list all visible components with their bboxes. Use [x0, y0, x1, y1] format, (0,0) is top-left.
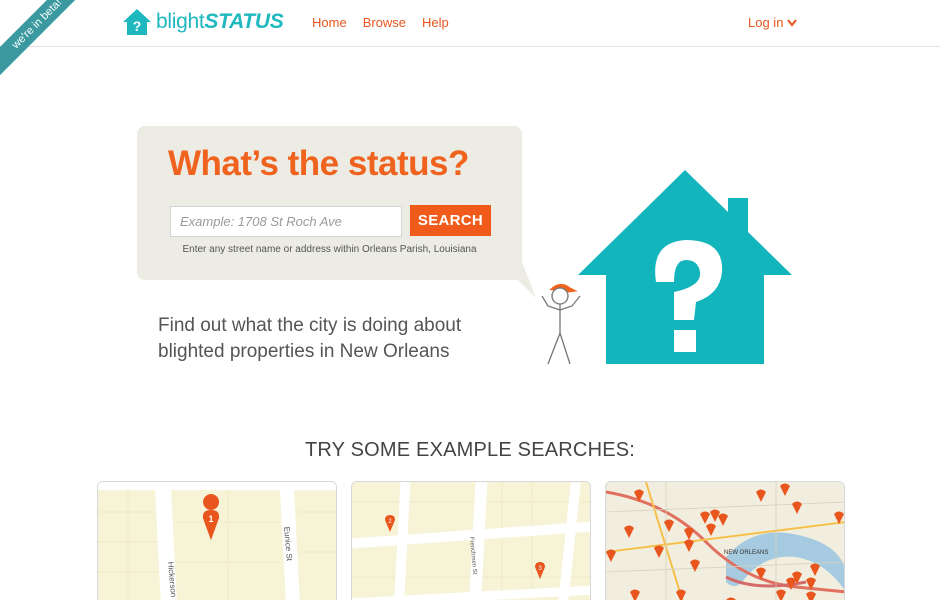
nav-help[interactable]: Help [422, 15, 449, 30]
beta-ribbon: we're in beta! [0, 0, 91, 78]
search-hint: Enter any street name or address within … [182, 244, 477, 255]
house-question-illustration [578, 170, 792, 364]
hero-title: What’s the status? [168, 144, 469, 183]
login-menu[interactable]: Log in [748, 15, 798, 30]
pin-number-1: 1 [208, 514, 213, 524]
tagline: Find out what the city is doing about bl… [158, 313, 461, 365]
logo-text: blightSTATUS [156, 10, 284, 34]
top-header: we're in beta! ? blightSTATUS Home Brows… [0, 0, 940, 78]
example-map-2: Frenchmen St 2 3 [352, 482, 590, 600]
nav-browse[interactable]: Browse [363, 15, 406, 30]
search-button[interactable]: SEARCH [410, 205, 491, 236]
examples-heading: TRY SOME EXAMPLE SEARCHES: [304, 439, 636, 461]
site-logo[interactable]: ? blightSTATUS [122, 8, 284, 36]
login-label: Log in [748, 15, 784, 30]
example-search-card-2[interactable]: Frenchmen St 2 3 [351, 481, 591, 600]
svg-text:?: ? [133, 18, 142, 34]
chevron-down-icon [787, 18, 798, 27]
tagline-line-2: blighted properties in New Orleans [158, 341, 450, 362]
page: we're in beta! ? blightSTATUS Home Brows… [0, 0, 940, 600]
logo-text-bold: STATUS [204, 10, 284, 33]
nav-home[interactable]: Home [312, 15, 347, 30]
example-search-card-3[interactable]: NEW ORLEANS [605, 481, 845, 600]
address-search-input[interactable] [170, 206, 402, 237]
example-map-3: NEW ORLEANS [606, 482, 844, 600]
tagline-line-1: Find out what the city is doing about [158, 315, 462, 336]
main-nav: Home Browse Help [312, 15, 449, 30]
map-city-label: NEW ORLEANS [724, 550, 768, 556]
example-search-card-1[interactable]: Hickerson St Eunice St 1 [97, 481, 337, 600]
example-map-1: Hickerson St Eunice St 1 [98, 482, 336, 600]
house-logo-icon: ? [123, 9, 151, 35]
logo-text-light: blight [156, 10, 205, 33]
